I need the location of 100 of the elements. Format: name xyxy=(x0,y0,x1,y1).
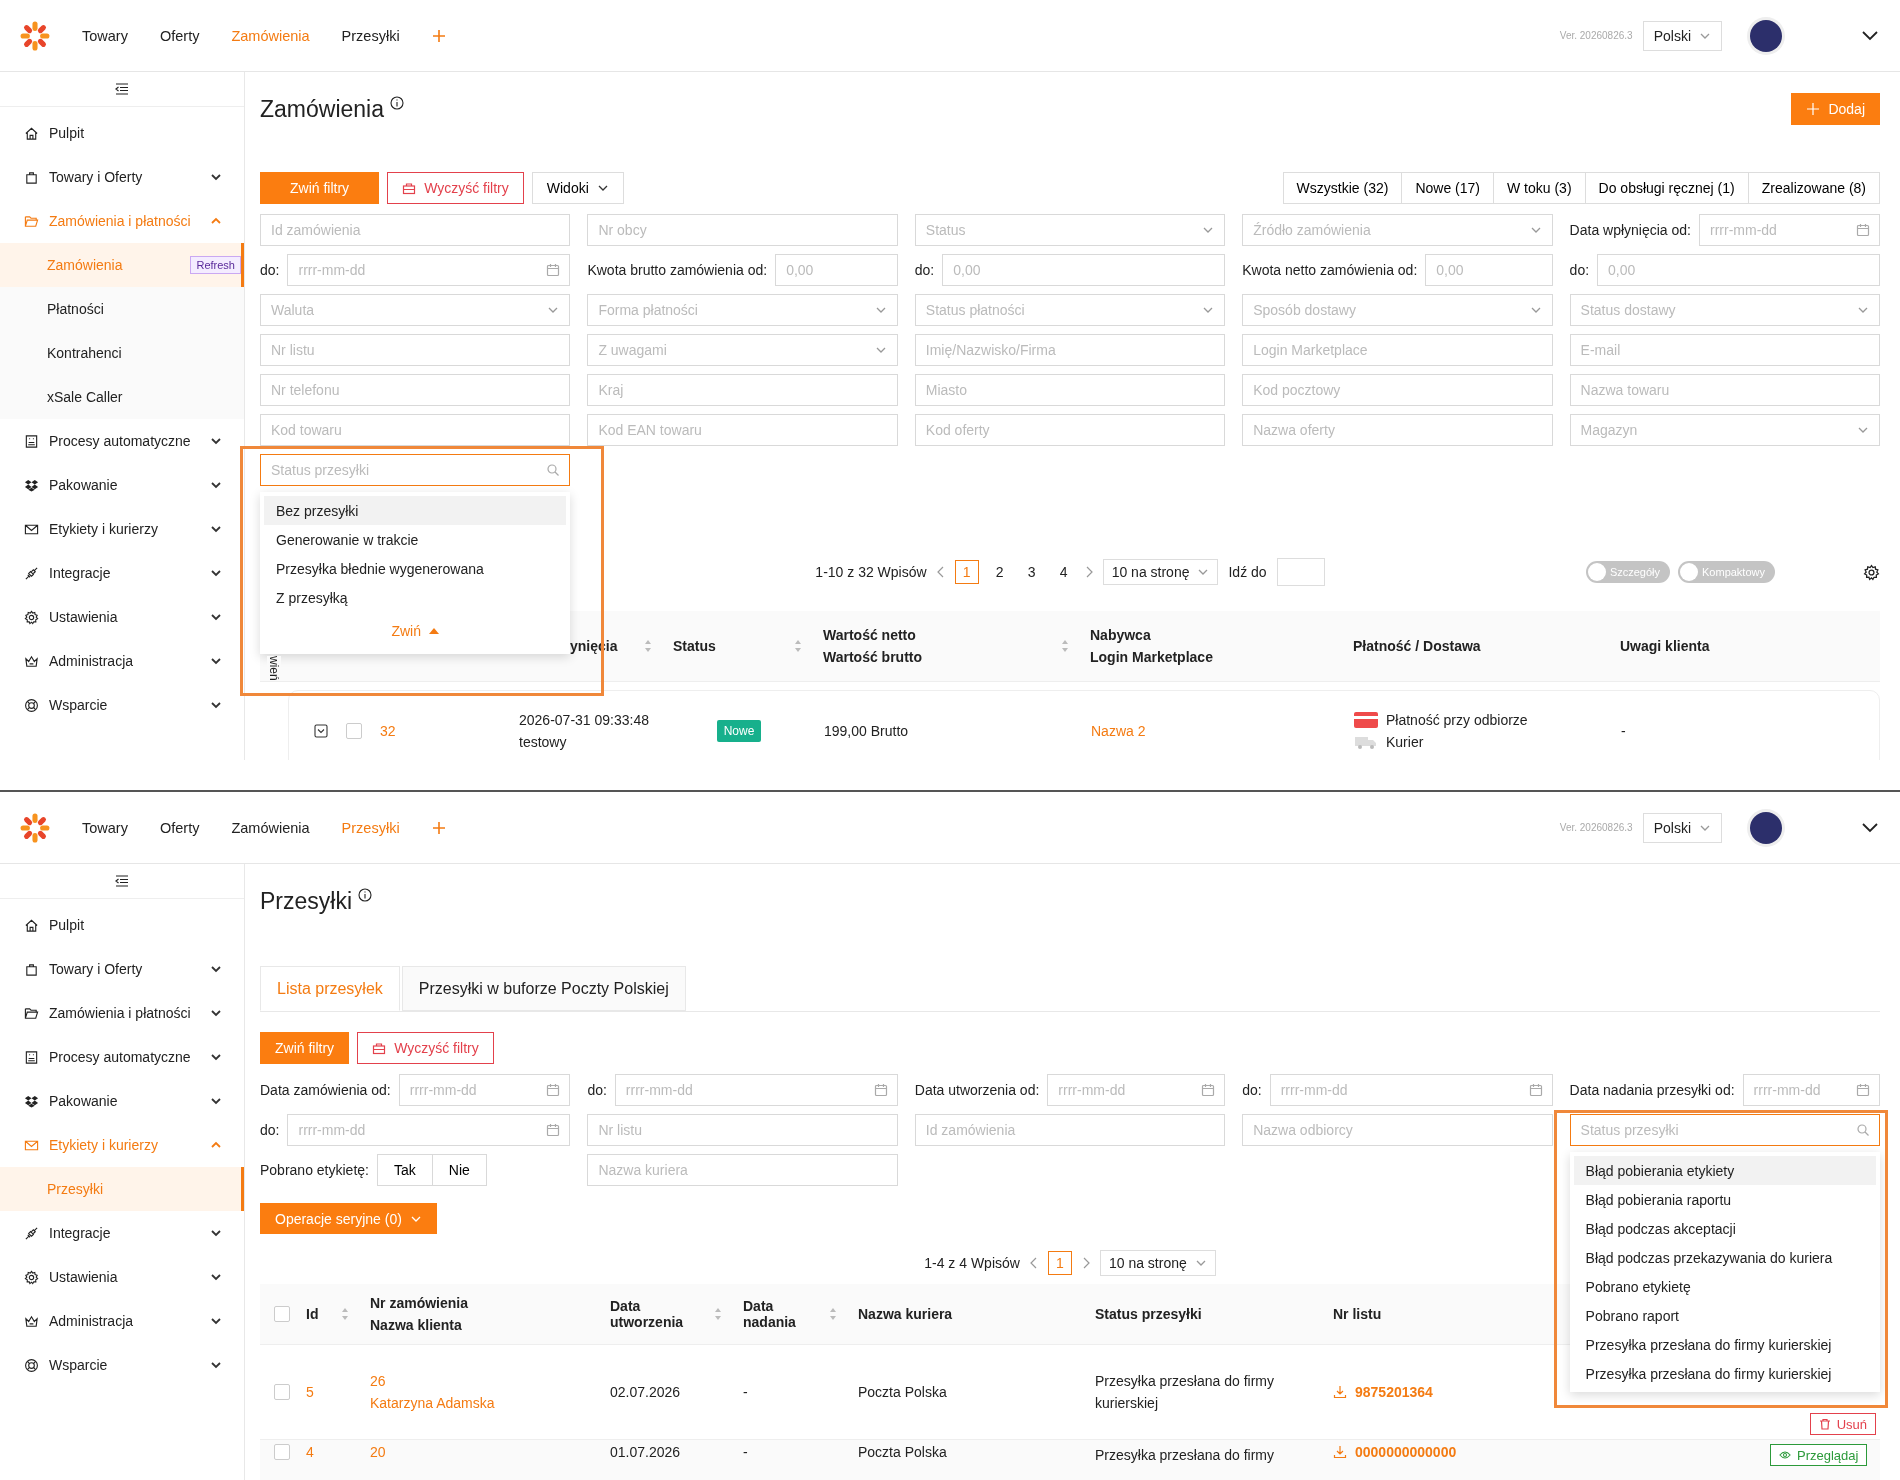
expand-all-label[interactable]: wień xyxy=(267,656,281,681)
amount-field[interactable]: 0,00 xyxy=(1425,254,1553,286)
status-filter-tab[interactable]: Do obsługi ręcznej (1) xyxy=(1584,172,1749,204)
sidebar-item[interactable]: Procesy automatyczne xyxy=(0,419,244,463)
sidebar-item[interactable]: Ustawienia xyxy=(0,595,244,639)
choice-button[interactable]: Nie xyxy=(431,1154,487,1186)
language-select[interactable]: Polski xyxy=(1642,812,1722,843)
text-field[interactable]: Nr telefonu xyxy=(260,374,571,406)
row-checkbox[interactable] xyxy=(346,723,362,739)
collapse-menu-icon[interactable] xyxy=(115,82,129,96)
sort-icon[interactable] xyxy=(794,639,802,653)
text-field[interactable]: Imię/Nazwisko/Firma xyxy=(914,334,1226,366)
add-tab-icon[interactable] xyxy=(431,28,446,43)
nav-tab[interactable]: Towary xyxy=(82,27,128,44)
sidebar-subitem[interactable]: Zamówienia Refresh xyxy=(0,243,244,287)
info-icon[interactable] xyxy=(358,887,372,902)
text-field[interactable]: Kraj xyxy=(587,374,898,406)
dropdown-option[interactable]: Przesyłka przesłana do firmy kurierskiej xyxy=(1573,1359,1876,1388)
view-button[interactable]: Przeglądaj xyxy=(1770,1444,1868,1466)
text-field[interactable]: Login Marketplace xyxy=(1242,334,1553,366)
page-link[interactable]: 4 xyxy=(1052,561,1075,583)
page-size-select[interactable]: 10 na stronę xyxy=(1099,1250,1216,1276)
settings-icon[interactable] xyxy=(1863,563,1880,581)
status-filter-tab[interactable]: Wszystkie (32) xyxy=(1282,172,1403,204)
text-field[interactable]: Nazwa oferty xyxy=(1242,414,1553,446)
dropdown-option[interactable]: Z przesyłką xyxy=(264,583,567,612)
page-size-select[interactable]: 10 na stronę xyxy=(1102,559,1219,585)
text-field[interactable]: Nr obcy xyxy=(587,214,898,246)
sidebar-item[interactable]: Ustawienia xyxy=(0,1255,244,1299)
status-filter-tab[interactable]: Nowe (17) xyxy=(1401,172,1494,204)
sidebar-item[interactable]: Zamówienia i płatności xyxy=(0,991,244,1035)
collapse-menu-icon[interactable] xyxy=(115,874,129,888)
clear-filters-button[interactable]: Wyczyść filtry xyxy=(357,1032,494,1064)
amount-field[interactable]: 0,00 xyxy=(1597,254,1880,286)
chevron-down-icon[interactable] xyxy=(1862,30,1878,41)
next-page-icon[interactable] xyxy=(1084,566,1093,578)
amount-field[interactable]: 0,00 xyxy=(775,254,898,286)
views-dropdown-button[interactable]: Widoki xyxy=(531,172,624,204)
text-field[interactable]: Nazwa odbiorcy xyxy=(1242,1114,1553,1146)
date-field[interactable]: rrrr-mm-dd xyxy=(1742,1074,1880,1106)
sort-icon[interactable] xyxy=(644,639,652,653)
dropdown-option[interactable]: Przesyłka przesłana do firmy kurierskiej xyxy=(1573,1330,1876,1359)
sidebar-item[interactable]: Pulpit xyxy=(0,903,244,947)
text-field[interactable]: Miasto xyxy=(914,374,1226,406)
text-field[interactable]: Nr listu xyxy=(260,334,571,366)
nav-tab[interactable]: Towary xyxy=(82,819,128,836)
nav-tab[interactable]: Oferty xyxy=(159,819,200,836)
dropdown-option[interactable]: Pobrano raport xyxy=(1573,1301,1876,1330)
next-page-icon[interactable] xyxy=(1081,1257,1090,1269)
dropdown-option[interactable]: Błąd pobierania etykiety xyxy=(1573,1156,1876,1185)
sidebar-item[interactable]: Administracja xyxy=(0,639,244,683)
text-field[interactable]: Nazwa towaru xyxy=(1569,374,1880,406)
date-field[interactable]: rrrr-mm-dd xyxy=(287,254,571,286)
sidebar-subitem[interactable]: Kontrahenci xyxy=(0,331,244,375)
date-field[interactable]: rrrr-mm-dd xyxy=(1047,1074,1226,1106)
sidebar-item[interactable]: Pakowanie xyxy=(0,1079,244,1123)
sort-icon[interactable] xyxy=(341,1307,349,1321)
avatar-logo-icon[interactable] xyxy=(1750,811,1782,844)
chevron-down-icon[interactable] xyxy=(1862,822,1878,833)
text-field[interactable]: E-mail xyxy=(1569,334,1880,366)
dropdown-option[interactable]: Generowanie w trakcie xyxy=(264,525,567,554)
page-link[interactable]: 3 xyxy=(1020,561,1043,583)
sidebar-item[interactable]: Wsparcie xyxy=(0,683,244,727)
refresh-badge[interactable]: Refresh xyxy=(190,256,241,274)
date-field[interactable]: rrrr-mm-dd xyxy=(614,1074,898,1106)
sidebar-subitem[interactable]: xSale Caller xyxy=(0,375,244,419)
sidebar-subitem[interactable]: Płatności xyxy=(0,287,244,331)
dropdown-option[interactable]: Błąd podczas akceptacji xyxy=(1573,1214,1876,1243)
text-field[interactable]: Nr listu xyxy=(587,1114,898,1146)
date-field[interactable]: rrrr-mm-dd xyxy=(287,1114,571,1146)
info-icon[interactable] xyxy=(390,95,404,110)
search-field[interactable]: Status przesyłki xyxy=(260,454,571,486)
select-all-checkbox[interactable] xyxy=(274,1306,290,1322)
add-tab-icon[interactable] xyxy=(431,820,446,835)
text-field[interactable]: Kod towaru xyxy=(260,414,571,446)
dropdown-option[interactable]: Bez przesyłki xyxy=(264,496,567,525)
choice-button[interactable]: Tak xyxy=(376,1154,433,1186)
avatar-logo-icon[interactable] xyxy=(1750,19,1782,52)
page-link[interactable]: 2 xyxy=(988,561,1011,583)
sidebar-item[interactable]: Pakowanie xyxy=(0,463,244,507)
text-field[interactable]: Nazwa kuriera xyxy=(587,1154,898,1186)
clear-filters-button[interactable]: Wyczyść filtry xyxy=(387,172,524,204)
date-field[interactable]: rrrr-mm-dd xyxy=(1699,214,1880,246)
text-field[interactable]: Id zamówienia xyxy=(914,1114,1226,1146)
dropdown-option[interactable]: Przesyłka błednie wygenerowana xyxy=(264,554,567,583)
text-field[interactable]: Kod EAN towaru xyxy=(587,414,898,446)
sidebar-item[interactable]: Etykiety i kurierzy xyxy=(0,507,244,551)
status-filter-tab[interactable]: Zrealizowane (8) xyxy=(1747,172,1880,204)
sort-icon[interactable] xyxy=(714,1307,722,1321)
language-select[interactable]: Polski xyxy=(1642,20,1722,51)
previous-page-icon[interactable] xyxy=(1029,1257,1038,1269)
dropdown-option[interactable]: Błąd podczas przekazywania do kuriera xyxy=(1573,1243,1876,1272)
nav-tab[interactable]: Zamówienia xyxy=(231,819,310,836)
date-field[interactable]: rrrr-mm-dd xyxy=(1269,1074,1553,1106)
sidebar-item[interactable]: Towary i Oferty xyxy=(0,155,244,199)
go-to-page-field[interactable] xyxy=(1276,558,1325,586)
sidebar-item[interactable]: Administracja xyxy=(0,1299,244,1343)
delete-button[interactable]: Usuń xyxy=(1809,1413,1876,1435)
sidebar-item[interactable]: Pulpit xyxy=(0,111,244,155)
date-field[interactable]: rrrr-mm-dd xyxy=(398,1074,571,1106)
